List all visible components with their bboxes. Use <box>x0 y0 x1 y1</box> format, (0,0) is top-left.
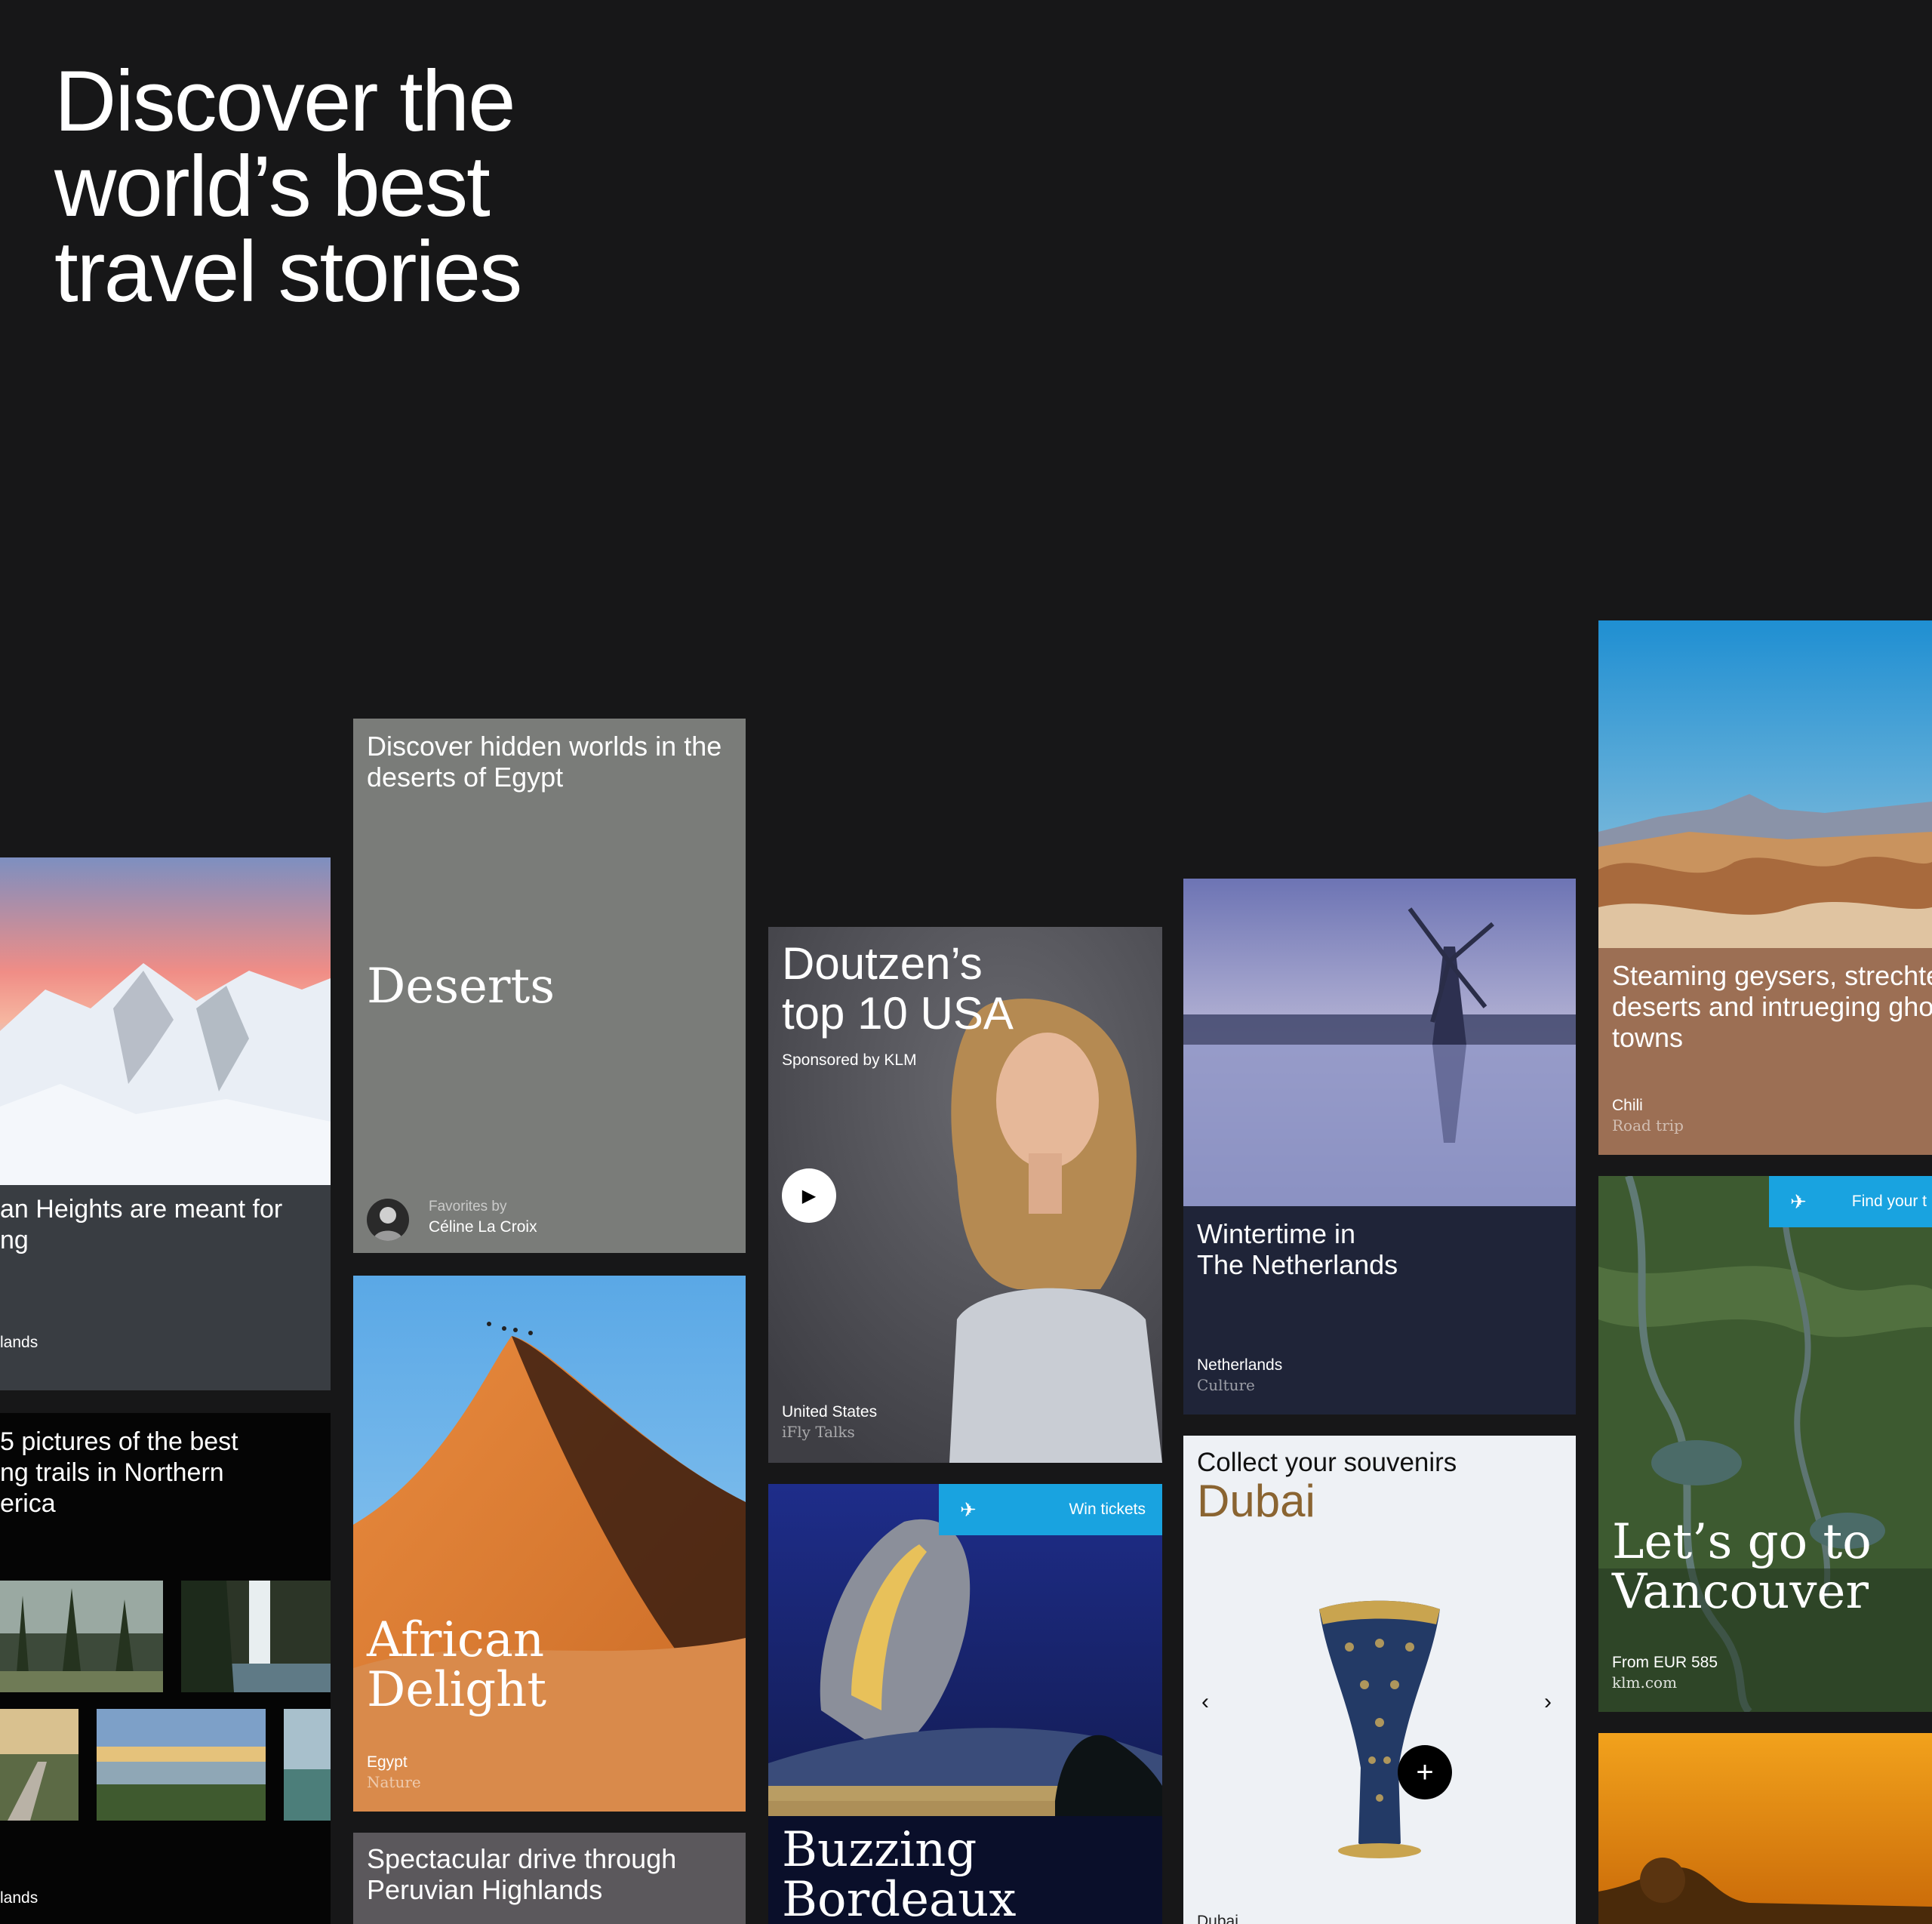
forest-trail-thumbnail <box>0 1581 163 1692</box>
plane-icon: ✈ <box>1790 1190 1807 1213</box>
african-location: Egypt <box>367 1753 408 1771</box>
story-card-peru[interactable]: Spectacular drive through Peruvian Highl… <box>353 1833 746 1924</box>
snowy-mountains-image <box>0 857 331 1185</box>
dubai-location: Dubai <box>1197 1913 1238 1924</box>
vancouver-price: From EUR 585 <box>1612 1654 1718 1671</box>
chili-title: Steaming geysers, strechte deserts and i… <box>1612 960 1932 1053</box>
story-card-doutzen[interactable]: Doutzen’s top 10 USA Sponsored by KLM ▶ … <box>768 927 1162 1463</box>
win-tickets-banner[interactable]: ✈ Win tickets <box>939 1484 1162 1535</box>
netherlands-location: Netherlands <box>1197 1356 1283 1374</box>
favorites-label: Favorites by <box>429 1199 507 1214</box>
deserts-title: Deserts <box>367 959 555 1014</box>
waterfall-thumbnail <box>181 1581 331 1692</box>
play-button[interactable]: ▶ <box>782 1168 836 1223</box>
vancouver-site[interactable]: klm.com <box>1612 1673 1677 1692</box>
desert-valley-image <box>1598 620 1932 948</box>
netherlands-category: Culture <box>1197 1376 1255 1394</box>
doutzen-location: United States <box>782 1403 878 1421</box>
chili-location: Chili <box>1612 1097 1643 1114</box>
sand-dune-image <box>353 1276 746 1812</box>
author-avatar <box>367 1199 409 1241</box>
bordeaux-title: Buzzing Bordeaux <box>782 1822 1017 1924</box>
story-card-netherlands[interactable]: Wintertime in The Netherlands Netherland… <box>1183 879 1576 1415</box>
trails-location: lands <box>0 1889 38 1907</box>
lake-landscape-thumbnail <box>97 1709 266 1821</box>
story-card-heights[interactable]: an Heights are meant for ng lands <box>0 857 331 1390</box>
windmill-image <box>1183 879 1576 1206</box>
chevron-left-icon[interactable]: ‹ <box>1201 1689 1209 1715</box>
play-icon: ▶ <box>801 1185 817 1206</box>
deserts-intro: Discover hidden worlds in the deserts of… <box>367 731 722 793</box>
netherlands-title: Wintertime in The Netherlands <box>1197 1218 1398 1280</box>
vase-image <box>1312 1594 1447 1866</box>
story-card-sunset[interactable] <box>1598 1733 1932 1924</box>
trails-title: 5 pictures of the best ng trails in Nort… <box>0 1427 238 1518</box>
forest-river-image <box>1598 1176 1932 1712</box>
author-name: Céline La Croix <box>429 1218 537 1236</box>
dubai-kicker: Collect your souvenirs <box>1197 1448 1457 1477</box>
doutzen-category: iFly Talks <box>782 1423 855 1441</box>
page-title: Discover the world’s best travel stories <box>54 54 522 320</box>
peru-title: Spectacular drive through Peruvian Highl… <box>367 1843 677 1905</box>
story-card-chili[interactable]: Steaming geysers, strechte deserts and i… <box>1598 620 1932 1155</box>
story-card-deserts[interactable]: Discover hidden worlds in the deserts of… <box>353 719 746 1253</box>
chili-category: Road trip <box>1612 1116 1684 1134</box>
vancouver-title: Let’s go to Vancouver <box>1612 1514 1872 1620</box>
find-trip-label: Find your t <box>1851 1193 1927 1210</box>
story-card-african-delight[interactable]: African Delight Egypt Nature <box>353 1276 746 1812</box>
sunset-image <box>1598 1733 1932 1924</box>
heights-title: an Heights are meant for ng <box>0 1195 283 1254</box>
find-your-trip-banner[interactable]: ✈ Find your t <box>1769 1176 1932 1227</box>
african-category: Nature <box>367 1773 421 1791</box>
doutzen-sponsor: Sponsored by KLM <box>782 1051 917 1069</box>
dubai-title: Dubai <box>1197 1476 1315 1526</box>
story-card-trails[interactable]: 5 pictures of the best ng trails in Nort… <box>0 1413 331 1924</box>
african-title: African Delight <box>367 1612 547 1718</box>
story-card-vancouver[interactable]: ✈ Find your t Let’s go to Vancouver From… <box>1598 1176 1932 1712</box>
plus-icon: + <box>1416 1756 1434 1789</box>
boardwalk-thumbnail <box>0 1709 78 1821</box>
doutzen-title: Doutzen’s top 10 USA <box>782 938 1014 1039</box>
heights-location: lands <box>0 1334 38 1351</box>
add-to-collection-button[interactable]: + <box>1398 1745 1452 1799</box>
win-tickets-label: Win tickets <box>1069 1501 1146 1518</box>
mountain-lake-thumbnail <box>284 1709 331 1821</box>
story-card-dubai[interactable]: Collect your souvenirs Dubai ‹ › + Dubai <box>1183 1436 1576 1924</box>
chevron-right-icon[interactable]: › <box>1544 1689 1552 1715</box>
plane-icon: ✈ <box>960 1498 977 1521</box>
story-card-bordeaux[interactable]: ✈ Win tickets Buzzing Bordeaux <box>768 1484 1162 1924</box>
